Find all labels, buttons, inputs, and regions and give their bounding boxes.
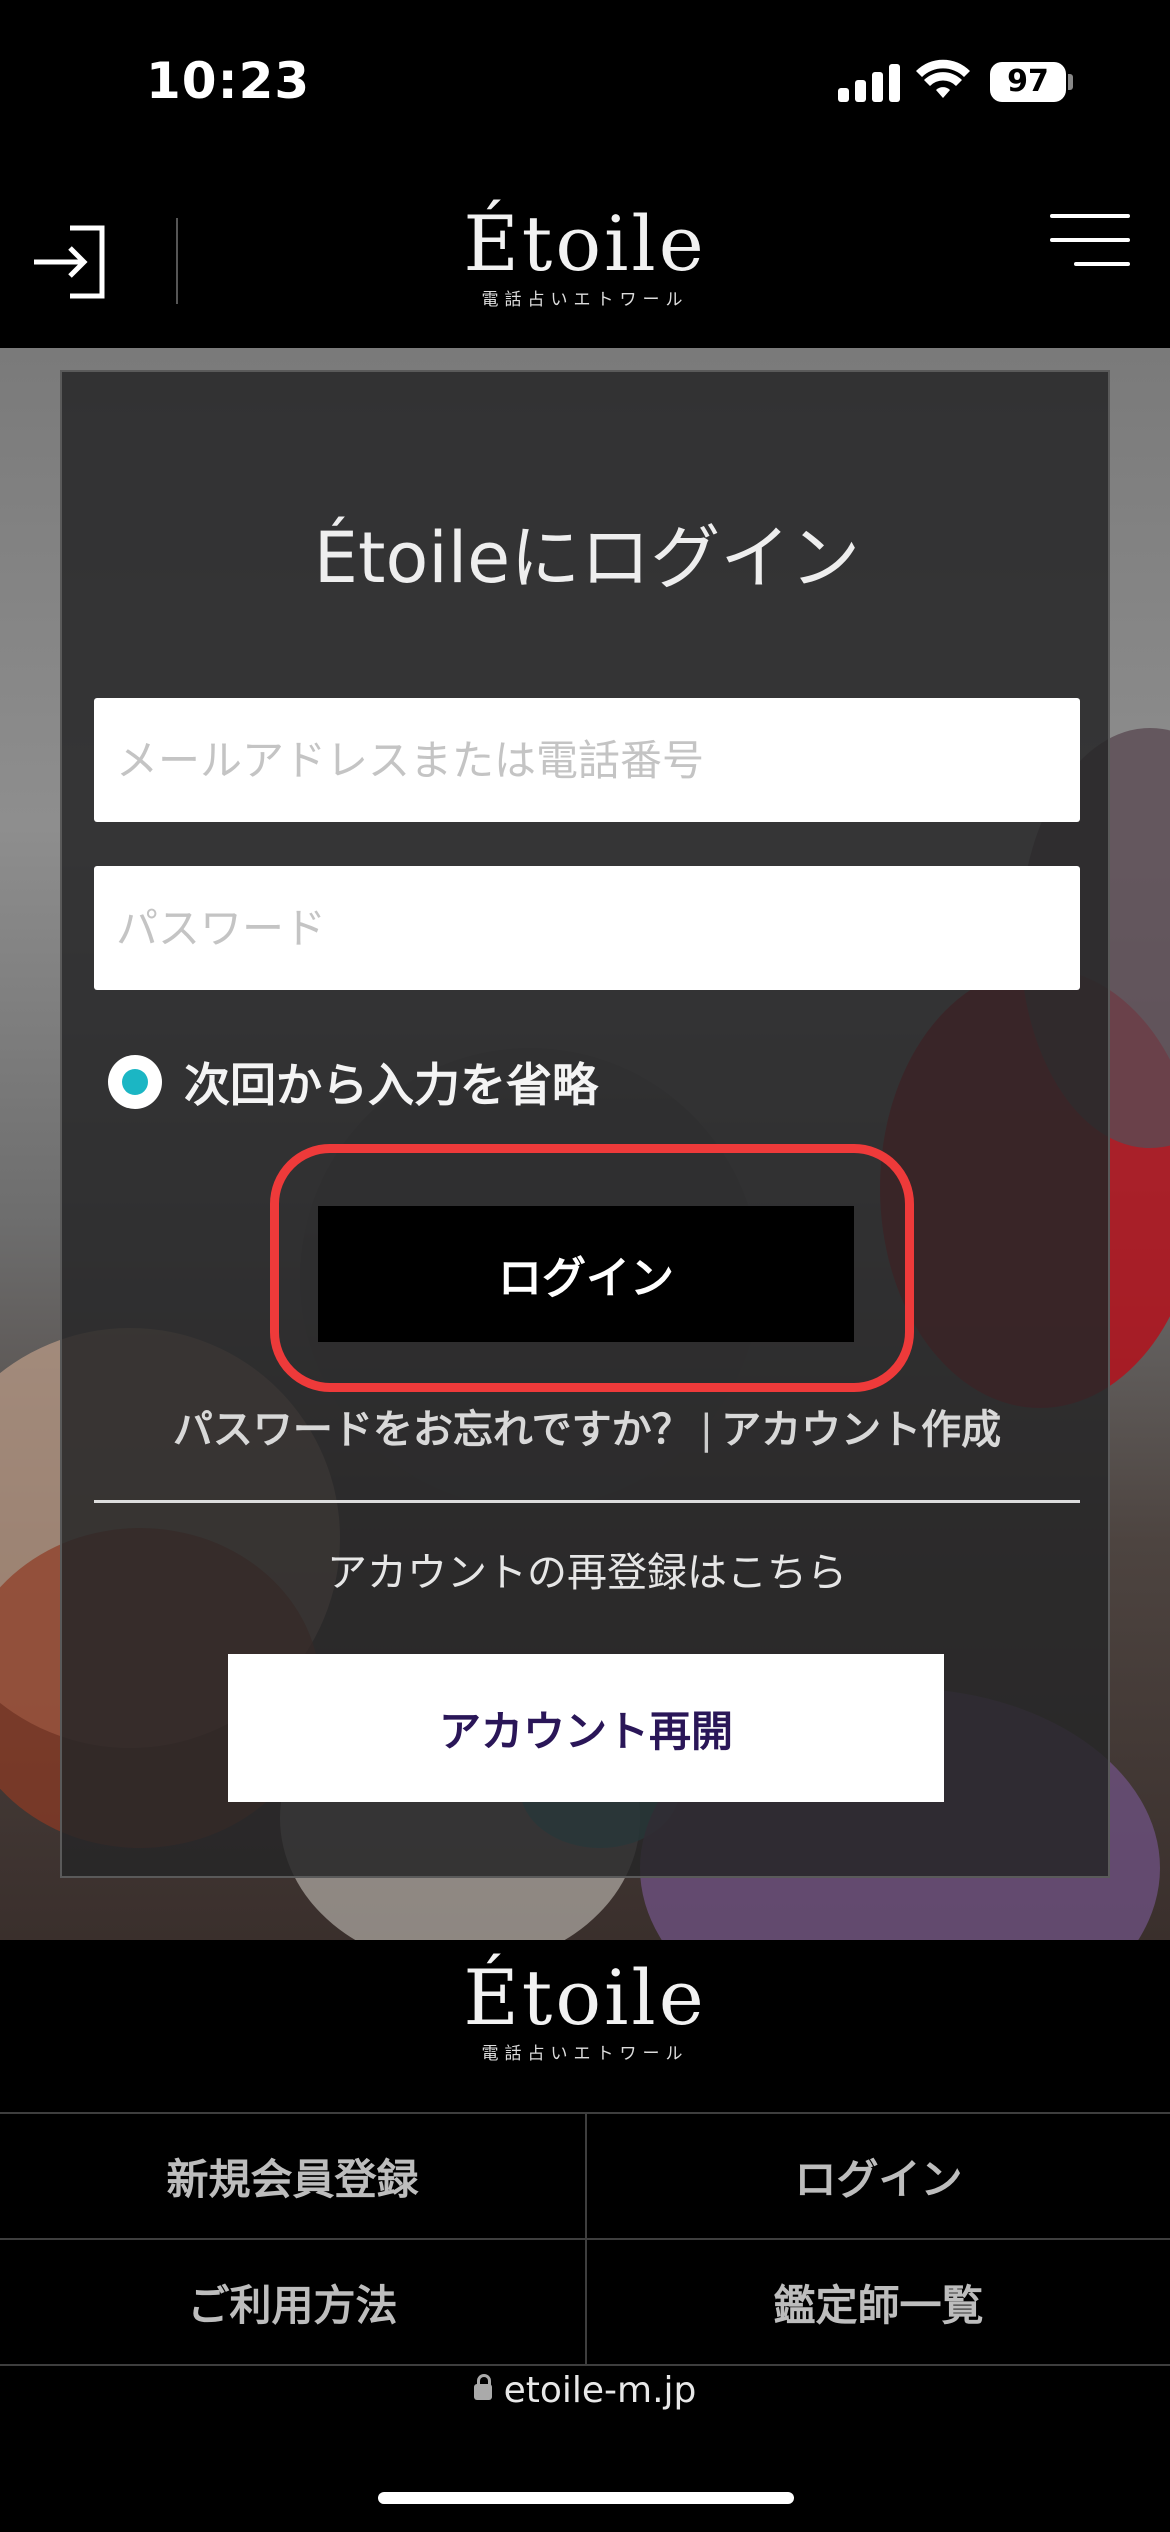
signal-icon (838, 62, 900, 102)
browser-url-bar[interactable]: etoile-m.jp (0, 2370, 1170, 2450)
footer-link-login[interactable]: ログイン (585, 2114, 1170, 2238)
footer-link-how-to-use[interactable]: ご利用方法 (0, 2240, 585, 2364)
remember-radio[interactable] (108, 1055, 162, 1109)
footer-nav: 新規会員登録 ログイン ご利用方法 鑑定師一覧 (0, 2112, 1170, 2366)
site-header: Étoile 電話占いエトワール (0, 170, 1170, 348)
password-field[interactable] (94, 866, 1080, 990)
reopen-account-button[interactable]: アカウント再開 (228, 1654, 944, 1802)
hamburger-menu-icon[interactable] (1050, 214, 1130, 270)
card-divider (94, 1500, 1080, 1503)
highlight-annotation (270, 1144, 914, 1392)
email-field[interactable] (94, 698, 1080, 822)
status-time: 10:23 (146, 52, 311, 110)
account-links: パスワードをお忘れですか？ | アカウント作成 (62, 1397, 1112, 1455)
header-divider (176, 218, 178, 304)
footer-logo-text: Étoile (463, 1953, 707, 2042)
footer-link-register[interactable]: 新規会員登録 (0, 2114, 585, 2238)
wifi-icon (916, 59, 970, 98)
login-icon[interactable] (30, 222, 110, 302)
header-logo[interactable]: Étoile 電話占いエトワール (435, 198, 735, 326)
forgot-password-link[interactable]: パスワードをお忘れですか？ (173, 1407, 692, 1453)
create-account-link[interactable]: アカウント作成 (721, 1407, 1001, 1453)
login-title: Étoileにログイン (313, 517, 861, 599)
remember-label: 次回から入力を省略 (184, 1058, 598, 1112)
url-text: etoile-m.jp (503, 2370, 697, 2411)
reregister-text: アカウントの再登録はこちら (327, 1550, 847, 1596)
footer-row: ご利用方法 鑑定師一覧 (0, 2240, 1170, 2366)
remember-option[interactable]: 次回から入力を省略 (108, 1052, 598, 1112)
footer-link-advisors[interactable]: 鑑定師一覧 (585, 2240, 1170, 2364)
footer-logo[interactable]: Étoile 電話占いエトワール (435, 1952, 735, 2080)
footer-row: 新規会員登録 ログイン (0, 2114, 1170, 2240)
home-indicator[interactable] (378, 2492, 794, 2504)
logo-text: Étoile (463, 199, 707, 288)
radio-selected-dot (122, 1069, 148, 1095)
battery-icon: 97 (990, 62, 1066, 102)
battery-tip (1068, 74, 1073, 90)
lock-icon (473, 2374, 492, 2400)
status-bar: 10:23 97 (0, 0, 1170, 170)
link-separator: | (699, 1407, 714, 1453)
login-card: Étoileにログイン 次回から入力を省略 ログイン パスワードをお忘れですか？… (60, 370, 1110, 1878)
